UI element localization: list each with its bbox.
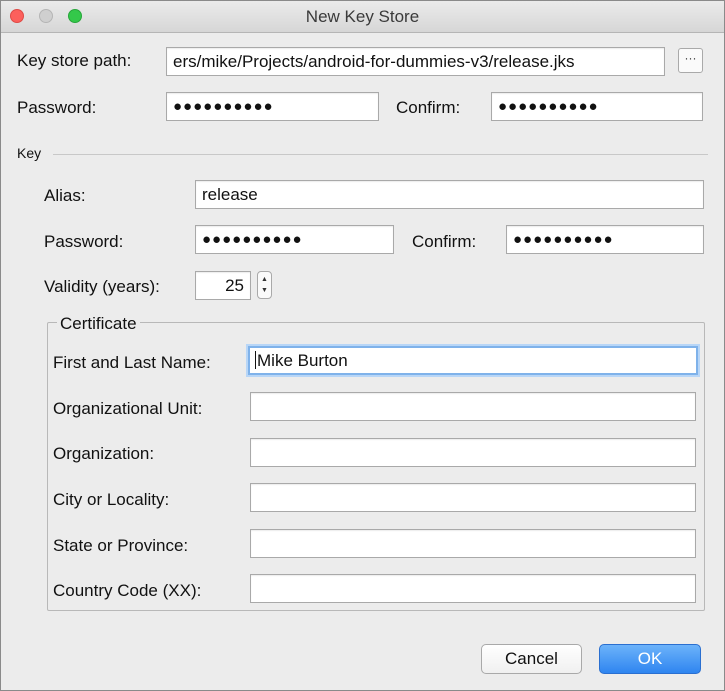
first-last-name-input[interactable]: Mike Burton: [248, 346, 698, 375]
key-store-path-label: Key store path:: [17, 51, 132, 70]
org-unit-label: Organizational Unit:: [53, 399, 203, 418]
first-last-name-value: Mike Burton: [257, 351, 348, 370]
key-section-label: Key: [17, 145, 42, 161]
country-code-label: Country Code (XX):: [53, 581, 202, 600]
key-section-divider: [53, 154, 708, 155]
keystore-password-label: Password:: [17, 98, 97, 117]
key-password-label: Password:: [44, 232, 124, 251]
state-label: State or Province:: [53, 536, 189, 555]
new-key-store-dialog: New Key Store Key store path: ers/mike/P…: [0, 0, 725, 691]
validity-label: Validity (years):: [44, 277, 160, 296]
alias-label: Alias:: [44, 186, 86, 205]
key-store-path-input[interactable]: ers/mike/Projects/android-for-dummies-v3…: [166, 47, 665, 76]
window-title: New Key Store: [305, 7, 420, 26]
text-caret: [255, 351, 256, 369]
city-label: City or Locality:: [53, 490, 170, 509]
key-password-input[interactable]: ●●●●●●●●●●: [195, 225, 394, 254]
stepper-down-icon[interactable]: ▼: [261, 287, 268, 295]
stepper-up-icon[interactable]: ▲: [261, 276, 268, 284]
alias-input[interactable]: release: [195, 180, 704, 209]
keystore-confirm-label: Confirm:: [396, 98, 461, 117]
browse-button[interactable]: ···: [678, 48, 703, 73]
org-unit-input[interactable]: [250, 392, 696, 421]
cancel-button[interactable]: Cancel: [481, 644, 582, 674]
certificate-group-title: Certificate: [57, 314, 140, 334]
state-input[interactable]: [250, 529, 696, 558]
keystore-confirm-input[interactable]: ●●●●●●●●●●: [491, 92, 703, 121]
validity-input[interactable]: 25: [195, 271, 251, 300]
key-confirm-label: Confirm:: [412, 232, 477, 251]
organization-label: Organization:: [53, 444, 155, 463]
organization-input[interactable]: [250, 438, 696, 467]
title-bar: New Key Store: [1, 1, 724, 33]
city-input[interactable]: [250, 483, 696, 512]
first-last-name-label: First and Last Name:: [53, 353, 211, 372]
keystore-password-input[interactable]: ●●●●●●●●●●: [166, 92, 379, 121]
key-confirm-input[interactable]: ●●●●●●●●●●: [506, 225, 704, 254]
ok-button[interactable]: OK: [599, 644, 701, 674]
validity-stepper[interactable]: ▲ ▼: [257, 271, 272, 299]
country-code-input[interactable]: [250, 574, 696, 603]
